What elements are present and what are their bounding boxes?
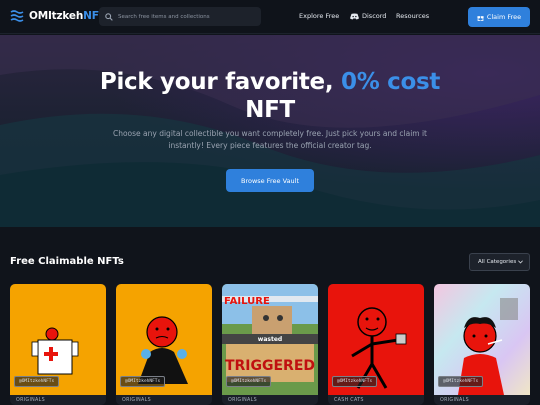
card-category: ORIGINALS <box>16 398 45 403</box>
hero-section: Pick your favorite, 0% cost NFT Choose a… <box>0 35 540 227</box>
hero-title: Pick your favorite, 0% cost NFT <box>99 69 441 123</box>
creator-tag: @OMItzkehNFTs <box>226 376 272 387</box>
nav-discord[interactable]: Discord <box>350 12 386 20</box>
svg-text:FAILURE: FAILURE <box>224 296 270 307</box>
nft-card[interactable]: @OMItzkehNFTs CASH CATS <box>328 284 424 405</box>
nft-card[interactable]: @OMItzkehNFTs ORIGINALS <box>434 284 530 405</box>
chevron-down-icon <box>518 260 523 264</box>
card-category: ORIGINALS <box>440 398 469 403</box>
nav-explore-free[interactable]: Explore Free <box>299 12 339 20</box>
search-input[interactable] <box>118 13 258 20</box>
card-category: ORIGINALS <box>122 398 151 403</box>
top-navbar: OMItzkehNFTs Explore Free Discord Resour… <box>0 0 540 34</box>
creator-tag: @OMItzkehNFTs <box>332 376 378 387</box>
card-category: ORIGINALS <box>228 398 257 403</box>
browse-vault-button[interactable]: Browse Free Vault <box>226 169 314 192</box>
creator-tag: @OMItzkehNFTs <box>14 376 60 387</box>
nft-card[interactable]: @OMItzkehNFTs ORIGINALS <box>10 284 106 405</box>
nav-resources[interactable]: Resources <box>396 12 429 20</box>
discord-icon <box>350 13 359 19</box>
category-dropdown[interactable]: All Categories <box>469 253 530 271</box>
nft-card[interactable]: FAILURE wasted TRIGGERED @OMItzkehNFTs O… <box>222 284 318 405</box>
creator-tag: @OMItzkehNFTs <box>438 376 484 387</box>
section-title: Free Claimable NFTs <box>10 256 124 267</box>
logo[interactable]: OMItzkehNFTs <box>10 10 111 22</box>
hero-subtitle: Choose any digital collectible you want … <box>112 129 428 150</box>
nft-card[interactable]: @OMItzkehNFTs ORIGINALS <box>116 284 212 405</box>
waves-logo-icon <box>10 10 24 22</box>
svg-text:TRIGGERED: TRIGGERED <box>225 358 315 374</box>
gift-icon <box>477 15 484 21</box>
card-category: CASH CATS <box>334 398 364 403</box>
search-bar[interactable] <box>99 7 261 26</box>
search-icon <box>105 12 113 21</box>
svg-text:wasted: wasted <box>258 336 282 343</box>
claim-free-button[interactable]: Claim Free <box>468 7 530 27</box>
creator-tag: @OMItzkehNFTs <box>120 376 166 387</box>
